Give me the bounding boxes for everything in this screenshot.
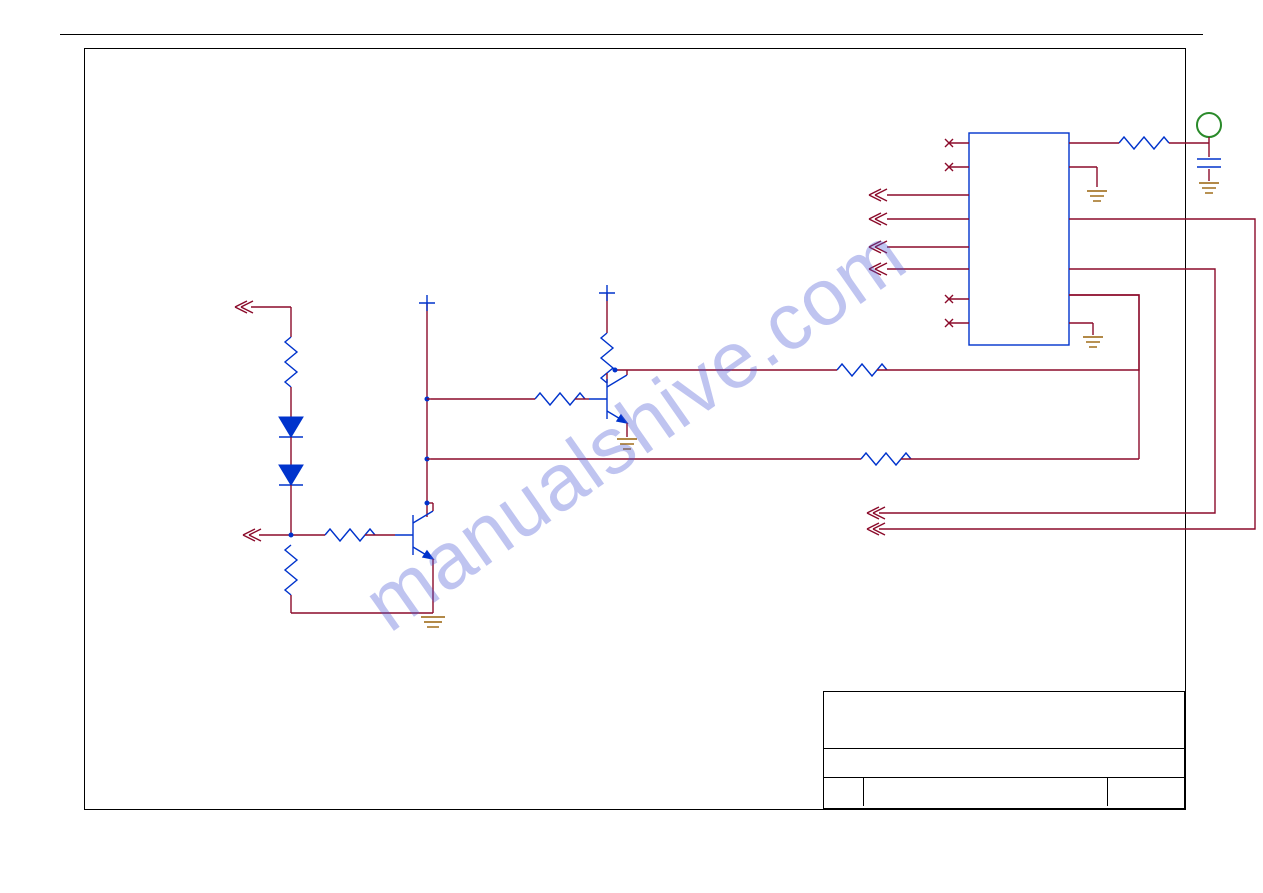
transistor-q2	[589, 375, 627, 423]
node-q2-ctop	[613, 368, 617, 372]
title-block-row-3	[824, 777, 1184, 806]
offpage-top-left	[235, 301, 253, 313]
ic-pins-right	[1069, 143, 1123, 323]
test-pad-icon	[1197, 113, 1221, 137]
diode-1	[279, 417, 303, 437]
resistor-left-top	[285, 337, 297, 387]
plus-symbol-2	[599, 285, 615, 301]
resistor-q1-pulldown	[285, 545, 297, 595]
plus-symbol-1	[419, 295, 435, 311]
capacitor-right	[1197, 159, 1221, 167]
ic-right-gnd1	[1087, 191, 1107, 201]
offpage-q1-base	[243, 529, 261, 541]
ic-right-gnd2	[1083, 337, 1103, 347]
node-q1-base	[289, 533, 293, 537]
title-block	[823, 691, 1185, 809]
gnd-q2	[617, 439, 637, 449]
page-divider-top	[60, 34, 1203, 35]
title-block-cell-a	[824, 778, 864, 806]
diode-2	[279, 465, 303, 485]
page-root: manualshive.com	[0, 0, 1263, 893]
bus-wire-3	[899, 295, 1139, 370]
bus-wire-1	[879, 219, 1255, 529]
wire-ic-wrap-to-pin	[1069, 295, 1139, 459]
gnd-cap	[1199, 183, 1219, 193]
node-q1-c	[425, 501, 429, 505]
transistor-q1	[395, 511, 433, 559]
offpage-bottom-right	[867, 507, 885, 535]
resistor-right-top	[1119, 137, 1169, 149]
title-block-row-2	[824, 748, 1184, 777]
title-block-row-1	[824, 692, 1184, 748]
title-block-cell-b	[868, 778, 1108, 806]
bus-wire-2	[879, 269, 1215, 513]
ic-left-ports	[869, 189, 949, 275]
gnd-q1	[421, 617, 445, 627]
schematic-frame: manualshive.com	[84, 48, 1186, 810]
ic-outline	[969, 133, 1069, 345]
